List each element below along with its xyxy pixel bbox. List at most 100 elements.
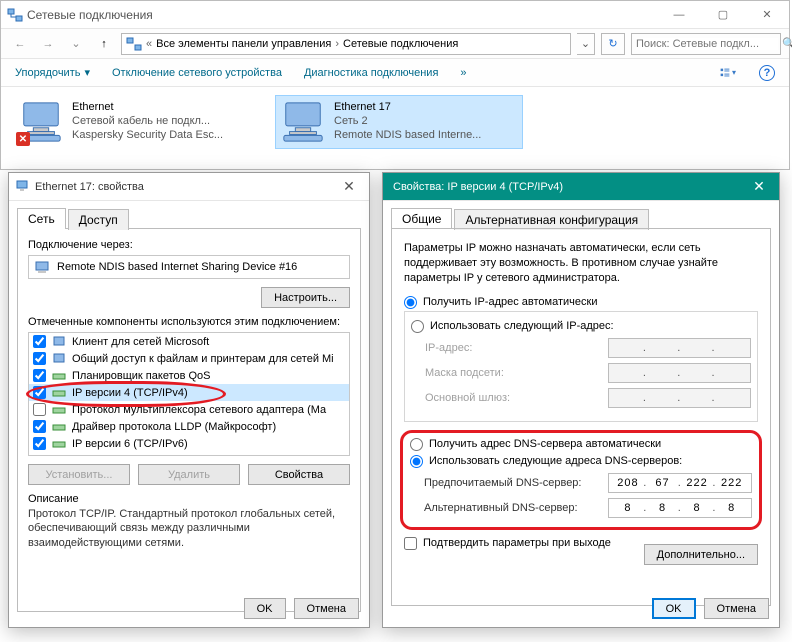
components-list[interactable]: Клиент для сетей Microsoft Общий доступ … [28,332,350,456]
dns-auto-label: Получить адрес DNS-сервера автоматически [429,438,661,450]
component-checkbox[interactable] [33,369,46,382]
dialog-close-button[interactable]: ✕ [745,178,773,195]
component-label: Клиент для сетей Microsoft [72,336,209,348]
protocol-icon [52,420,66,434]
up-button[interactable]: ↑ [93,33,115,55]
search-box[interactable]: 🔍 [631,33,781,55]
ip-auto-radio[interactable] [404,296,417,309]
recent-button[interactable]: ⌄ [65,33,87,55]
component-checkbox[interactable] [33,420,46,433]
uninstall-button[interactable]: Удалить [138,464,240,485]
view-mode-button[interactable]: ▾ [719,64,737,82]
component-label: IP версии 4 (TCP/IPv4) [72,387,188,399]
confirm-on-exit-checkbox[interactable] [404,537,417,550]
octet[interactable]: 8 [719,502,745,514]
dns-block: Получить адрес DNS-сервера автоматически… [404,432,758,531]
back-button[interactable]: ← [9,33,31,55]
dialog-close-button[interactable]: ✕ [335,178,363,195]
dns-preferred-input[interactable]: 208. 67. 222. 222 [608,473,752,493]
component-row: Протокол мультиплексора сетевого адаптер… [29,401,349,418]
dns-alternate-input[interactable]: 8. 8. 8. 8 [608,498,752,518]
tab-general[interactable]: Общие [391,208,452,229]
dialog-titlebar: Ethernet 17: свойства ✕ [9,173,369,201]
confirm-on-exit-label: Подтвердить параметры при выходе [423,537,611,549]
configure-button[interactable]: Настроить... [261,287,350,308]
component-checkbox[interactable] [33,403,46,416]
breadcrumb-root[interactable]: Все элементы панели управления [156,38,331,50]
organize-menu[interactable]: Упорядочить ▾ [15,66,90,79]
component-properties-button[interactable]: Свойства [248,464,350,485]
connections-list: ✕ Ethernet Сетевой кабель не подкл... Ka… [1,87,789,157]
breadcrumb[interactable]: « Все элементы панели управления › Сетев… [121,33,571,55]
close-button[interactable]: ✕ [745,1,789,29]
tabstrip: Общие Альтернативная конфигурация [383,201,779,228]
dns-auto-radio-row[interactable]: Получить адрес DNS-сервера автоматически [410,438,752,451]
ipv4-properties-dialog: Свойства: IP версии 4 (TCP/IPv4) ✕ Общие… [382,172,780,628]
disable-label: Отключение сетевого устройства [112,67,282,79]
dns-preferred-row: Предпочитаемый DNS-сервер: 208. 67. 222.… [424,473,752,493]
tab-access[interactable]: Доступ [68,209,129,230]
more-cmd[interactable]: » [460,67,466,79]
octet[interactable]: 8 [650,502,676,514]
ok-button[interactable]: OK [652,598,696,619]
ip-auto-radio-row[interactable]: Получить IP-адрес автоматически [404,296,758,309]
octet[interactable]: 222 [684,477,710,489]
subnet-mask-row: Маска подсети: ... [425,363,751,383]
component-checkbox[interactable] [33,335,46,348]
minimize-button[interactable]: — [657,1,701,29]
octet[interactable]: 208 [615,477,641,489]
octet[interactable]: 8 [615,502,641,514]
connection-item-ethernet[interactable]: ✕ Ethernet Сетевой кабель не подкл... Ka… [13,95,261,149]
install-button[interactable]: Установить... [28,464,130,485]
breadcrumb-dropdown[interactable]: ⌄ [577,33,595,55]
component-row: IP версии 6 (TCP/IPv6) [29,435,349,452]
dialog-buttons: OK Отмена [652,598,769,619]
organize-label: Упорядочить [15,67,80,79]
connection-item-ethernet17[interactable]: Ethernet 17 Сеть 2 Remote NDIS based Int… [275,95,523,149]
cancel-button[interactable]: Отмена [704,598,769,619]
refresh-button[interactable]: ↻ [601,33,625,55]
ip-auto-label: Получить IP-адрес автоматически [423,296,597,308]
component-row: Драйвер протокола LLDP (Майкрософт) [29,418,349,435]
connection-name: Ethernet 17 [334,101,481,115]
disable-device-cmd[interactable]: Отключение сетевого устройства [112,67,282,79]
dns-auto-radio[interactable] [410,438,423,451]
tab-network[interactable]: Сеть [17,208,66,229]
qos-icon [52,369,66,383]
ip-manual-radio-row[interactable]: Использовать следующий IP-адрес: [411,320,751,333]
dns-alternate-row: Альтернативный DNS-сервер: 8. 8. 8. 8 [424,498,752,518]
help-button[interactable]: ? [759,65,775,81]
component-checkbox[interactable] [33,386,46,399]
titlebar: Сетевые подключения — ▢ ✕ [1,1,789,29]
breadcrumb-current[interactable]: Сетевые подключения [343,38,458,50]
component-checkbox[interactable] [33,352,46,365]
ok-button[interactable]: OK [244,598,286,619]
advanced-button[interactable]: Дополнительно... [644,544,758,565]
octet[interactable]: 222 [719,477,745,489]
connection-icon: ✕ [18,100,64,144]
dns-manual-radio-row[interactable]: Использовать следующие адреса DNS-сервер… [410,455,752,468]
tab-alternative[interactable]: Альтернативная конфигурация [454,209,649,230]
octet[interactable]: 67 [650,477,676,489]
connection-device: Remote NDIS based Interne... [334,129,481,143]
chevron-down-icon: ▾ [84,66,90,79]
ip-manual-fieldset: Использовать следующий IP-адрес: IP-адре… [404,311,758,422]
maximize-button[interactable]: ▢ [701,1,745,29]
dns-preferred-label: Предпочитаемый DNS-сервер: [424,477,602,489]
gateway-row: Основной шлюз: ... [425,388,751,408]
ip-manual-radio[interactable] [411,320,424,333]
dialog-title: Ethernet 17: свойства [31,181,335,193]
cancel-button[interactable]: Отмена [294,598,359,619]
protocol-icon [52,403,66,417]
component-checkbox[interactable] [33,437,46,450]
description-text: Протокол TCP/IP. Стандартный протокол гл… [28,507,350,550]
search-input[interactable] [636,38,778,50]
search-icon: 🔍 [782,37,792,50]
octet[interactable]: 8 [684,502,710,514]
dns-manual-radio[interactable] [410,455,423,468]
forward-button[interactable]: → [37,33,59,55]
description-box: Описание Протокол TCP/IP. Стандартный пр… [28,493,350,550]
diagnose-cmd[interactable]: Диагностика подключения [304,67,438,79]
component-row: Планировщик пакетов QoS [29,367,349,384]
subnet-mask-input: ... [608,363,751,383]
